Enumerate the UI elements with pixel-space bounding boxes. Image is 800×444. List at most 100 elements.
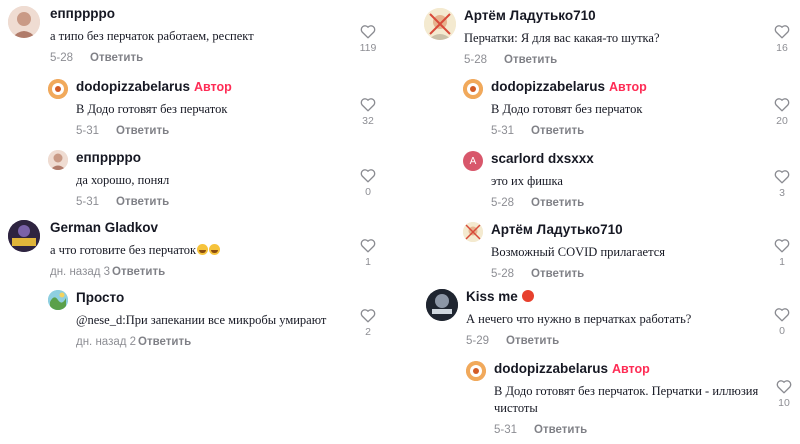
like-count: 1: [779, 256, 785, 268]
username[interactable]: scarlord dxsxxx: [491, 151, 761, 167]
avatar-image-icon: [48, 150, 68, 170]
like-button[interactable]: 16: [770, 24, 794, 54]
author-badge: Автор: [194, 80, 232, 94]
heart-icon: [774, 308, 790, 322]
reply-button[interactable]: Ответить: [138, 336, 191, 348]
heart-icon: [774, 98, 790, 112]
grinning-emoji-icon: [197, 244, 209, 255]
comment-meta: 5-28 Ответить: [464, 53, 764, 67]
reply-button[interactable]: Ответить: [90, 52, 143, 64]
comment-text: @nese_d:При запекании все микробы умираю…: [76, 313, 327, 327]
comment-date: 5-28: [464, 54, 488, 66]
comment-date: 5-29: [466, 335, 490, 347]
comment-item: еппрррро а типо без перчаток работаем, р…: [8, 6, 400, 66]
reply-button[interactable]: Ответить: [534, 424, 587, 436]
reply-button[interactable]: Ответить: [504, 54, 557, 66]
username[interactable]: dodopizzabelarus Автор: [76, 79, 356, 95]
comment-meta: 5-28 Ответить: [491, 267, 761, 281]
username[interactable]: German Gladkov: [50, 220, 350, 236]
like-count: 32: [362, 115, 374, 127]
heart-icon: [774, 239, 790, 253]
comment-item: Артём Ладутько710 Перчатки: Я для вас ка…: [424, 8, 800, 68]
username[interactable]: еппрррро: [76, 150, 356, 166]
comment-item: Kiss me А нечего что нужно в перчатках р…: [426, 289, 800, 349]
avatar-image-icon: [463, 222, 483, 242]
username[interactable]: Kiss me: [466, 289, 766, 305]
reply-button[interactable]: Ответить: [116, 125, 169, 137]
comment-meta: 5-29 Ответить: [466, 334, 766, 348]
avatar-image-icon: [8, 6, 40, 38]
comment-text: да хорошо, понял: [76, 173, 170, 187]
comment-text: В Додо готовят без перчаток: [491, 102, 643, 116]
author-badge: Автор: [612, 362, 650, 376]
comment-date: 5-28: [50, 52, 74, 64]
username[interactable]: Артём Ладутько710: [491, 222, 761, 238]
like-button[interactable]: 119: [356, 24, 380, 54]
comment-date: 5-31: [491, 125, 515, 137]
dodo-logo-icon: [466, 361, 486, 381]
avatar[interactable]: [48, 150, 68, 170]
author-badge: Автор: [609, 80, 647, 94]
username[interactable]: dodopizzabelarus Автор: [491, 79, 761, 95]
like-button[interactable]: 2: [356, 308, 380, 338]
comment-date: 5-28: [491, 268, 515, 280]
avatar[interactable]: [466, 361, 486, 381]
username[interactable]: Просто: [76, 290, 366, 306]
like-count: 0: [365, 186, 371, 198]
dodo-logo-icon: [463, 79, 483, 99]
reply-item: dodopizzabelarus Автор В Додо готовят без…: [48, 79, 400, 139]
avatar[interactable]: [48, 290, 68, 310]
username[interactable]: Артём Ладутько710: [464, 8, 764, 24]
avatar[interactable]: [8, 220, 40, 252]
reply-item: Артём Ладутько710 Возможный COVID прилаг…: [463, 222, 800, 282]
heart-icon: [774, 170, 790, 184]
reply-item: Просто @nese_d:При запекании все микробы…: [48, 290, 400, 350]
avatar[interactable]: [8, 6, 40, 38]
heart-icon: [360, 98, 376, 112]
like-button[interactable]: 0: [356, 168, 380, 198]
comment-text: В Додо готовят без перчаток. Перчатки - …: [494, 384, 759, 415]
reply-button[interactable]: Ответить: [531, 268, 584, 280]
avatar[interactable]: [426, 289, 458, 321]
avatar[interactable]: [48, 79, 68, 99]
dodo-logo-icon: [48, 79, 68, 99]
reply-button[interactable]: Ответить: [506, 335, 559, 347]
reply-button[interactable]: Ответить: [116, 196, 169, 208]
avatar[interactable]: [463, 222, 483, 242]
comment-meta: 5-28 Ответить: [491, 196, 761, 210]
like-count: 3: [779, 187, 785, 199]
like-count: 2: [365, 326, 371, 338]
comment-date: дн. назад 2: [76, 336, 137, 348]
like-button[interactable]: 0: [770, 307, 794, 337]
comment-text: а типо без перчаток работаем, респект: [50, 29, 254, 43]
heart-icon: [360, 309, 376, 323]
avatar[interactable]: [424, 8, 456, 40]
comment-meta: дн. назад 3 Ответить: [50, 265, 350, 279]
like-button[interactable]: 1: [770, 238, 794, 268]
like-button[interactable]: 1: [356, 238, 380, 268]
comment-meta: 5-31 Ответить: [491, 124, 761, 138]
like-button[interactable]: 20: [770, 97, 794, 127]
comment-meta: 5-31 Ответить: [76, 124, 356, 138]
reply-button[interactable]: Ответить: [112, 266, 165, 278]
reply-item: dodopizzabelarus Автор В Додо готовят без…: [463, 79, 800, 139]
avatar-letter: A: [469, 155, 477, 167]
reply-button[interactable]: Ответить: [531, 125, 584, 137]
like-count: 16: [776, 42, 788, 54]
comment-text: А нечего что нужно в перчатках работать?: [466, 312, 692, 326]
comment-text: Возможный COVID прилагается: [491, 245, 665, 259]
avatar[interactable]: [463, 79, 483, 99]
username[interactable]: еппрррро: [50, 6, 350, 22]
avatar[interactable]: A: [463, 151, 483, 171]
heart-icon: [360, 169, 376, 183]
like-count: 0: [779, 325, 785, 337]
like-button[interactable]: 32: [356, 97, 380, 127]
like-button[interactable]: 10: [772, 379, 796, 409]
username[interactable]: dodopizzabelarus Автор: [494, 361, 764, 377]
comment-meta: 5-28 Ответить: [50, 51, 350, 65]
comment-meta: 5-31 Ответить: [494, 423, 764, 437]
like-count: 1: [365, 256, 371, 268]
reply-button[interactable]: Ответить: [531, 197, 584, 209]
comment-meta: дн. назад 2 Ответить: [76, 335, 366, 349]
like-button[interactable]: 3: [770, 169, 794, 199]
